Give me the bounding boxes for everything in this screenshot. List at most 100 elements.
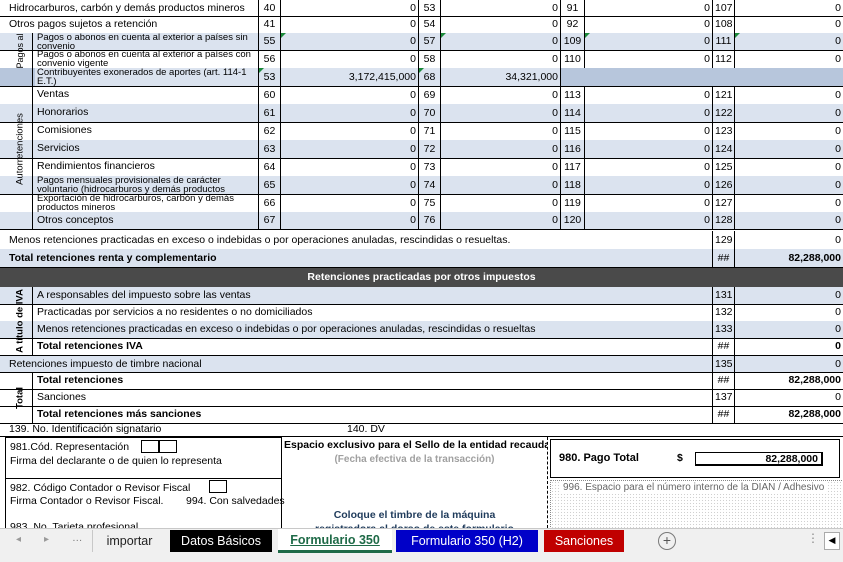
value-cell[interactable]: 0 bbox=[734, 389, 843, 406]
tab-formulario-350-h2[interactable]: Formulario 350 (H2) bbox=[396, 530, 538, 552]
scroll-left-icon[interactable]: ◂ bbox=[16, 534, 21, 545]
value-cell[interactable]: 0 bbox=[280, 16, 418, 33]
value-cell[interactable]: 0 bbox=[584, 122, 712, 140]
add-sheet-button[interactable]: + bbox=[658, 532, 676, 550]
rep-code-cell-1[interactable] bbox=[141, 440, 159, 453]
value-cell[interactable]: 82,288,000 bbox=[734, 249, 843, 267]
contador-code-cell[interactable] bbox=[209, 480, 227, 493]
value-cell[interactable]: 0 bbox=[440, 104, 560, 122]
value-cell[interactable]: 0 bbox=[734, 86, 843, 104]
value-cell[interactable]: 0 bbox=[440, 194, 560, 212]
value-cell[interactable]: 0 bbox=[734, 104, 843, 122]
value-cell[interactable]: 0 bbox=[584, 104, 712, 122]
code-cell: 122 bbox=[712, 104, 734, 122]
value-cell[interactable]: 0 bbox=[280, 0, 418, 16]
value-cell[interactable]: 0 bbox=[440, 50, 560, 68]
row-label: Pagos o abonos en cuenta al exterior a p… bbox=[37, 50, 251, 68]
value-cell[interactable]: 0 bbox=[734, 338, 843, 355]
value-cell[interactable]: 0 bbox=[734, 321, 843, 338]
value-cell[interactable]: 0 bbox=[440, 140, 560, 158]
code-cell: 119 bbox=[560, 194, 584, 212]
value-cell[interactable]: 0 bbox=[440, 16, 560, 33]
value-cell[interactable]: 0 bbox=[280, 104, 418, 122]
value-cell[interactable]: 0 bbox=[734, 212, 843, 229]
value-cell[interactable]: 0 bbox=[734, 304, 843, 321]
value-cell[interactable]: 0 bbox=[440, 33, 560, 50]
value-cell[interactable]: 0 bbox=[734, 16, 843, 33]
value-cell[interactable]: 0 bbox=[734, 176, 843, 194]
code-cell: 120 bbox=[560, 212, 584, 229]
split-handle[interactable]: ⋮ bbox=[807, 531, 819, 545]
value-cell[interactable]: 0 bbox=[280, 122, 418, 140]
value-cell[interactable]: 0 bbox=[280, 140, 418, 158]
value-cell[interactable]: 0 bbox=[280, 176, 418, 194]
scroll-right-icon[interactable]: ▸ bbox=[44, 534, 49, 545]
value-cell[interactable]: 0 bbox=[280, 212, 418, 229]
tab-sanciones[interactable]: Sanciones bbox=[544, 530, 624, 552]
value-cell[interactable]: 0 bbox=[584, 158, 712, 176]
value-cell[interactable]: 0 bbox=[280, 86, 418, 104]
value-cell[interactable]: 82,288,000 bbox=[734, 372, 843, 389]
value-cell[interactable]: 0 bbox=[440, 176, 560, 194]
value-cell[interactable]: 0 bbox=[584, 194, 712, 212]
tab-formulario-350[interactable]: Formulario 350 bbox=[278, 529, 392, 553]
value-cell[interactable]: 0 bbox=[584, 212, 712, 229]
value-cell[interactable]: 0 bbox=[734, 33, 843, 50]
spreadsheet-area[interactable]: Hidrocarburos, carbón y demás productos … bbox=[0, 0, 843, 528]
value-cell[interactable]: 0 bbox=[734, 122, 843, 140]
code-cell: 54 bbox=[418, 16, 440, 33]
code-cell: 133 bbox=[712, 321, 734, 338]
value-cell[interactable]: 0 bbox=[584, 16, 712, 33]
value-cell[interactable]: 0 bbox=[734, 50, 843, 68]
value-cell[interactable]: 0 bbox=[584, 86, 712, 104]
value-cell[interactable]: 0 bbox=[734, 231, 843, 249]
table-row: Pagos mensuales provisionales de carácte… bbox=[0, 176, 843, 194]
value-cell[interactable]: 0 bbox=[440, 86, 560, 104]
tarjeta-label: 983. No. Tarjeta profesional bbox=[10, 521, 139, 528]
table-row: A responsables del impuesto sobre las ve… bbox=[0, 287, 843, 304]
error-indicator-icon bbox=[259, 68, 264, 73]
value-cell[interactable]: 0 bbox=[440, 0, 560, 16]
value-cell[interactable]: 0 bbox=[440, 122, 560, 140]
value-cell[interactable]: 0 bbox=[584, 33, 712, 50]
row-label: Menos retenciones practicadas en exceso … bbox=[37, 323, 536, 335]
value-cell[interactable]: 0 bbox=[280, 194, 418, 212]
rep-firma-label: Firma del declarante o de quien lo repre… bbox=[10, 455, 222, 467]
value-cell[interactable]: 0 bbox=[280, 158, 418, 176]
value-cell[interactable]: 0 bbox=[734, 194, 843, 212]
tab-importar[interactable]: importar bbox=[92, 530, 166, 552]
value-cell[interactable]: 0 bbox=[280, 50, 418, 68]
value-cell[interactable]: 0 bbox=[584, 140, 712, 158]
value-cell[interactable]: 0 bbox=[734, 140, 843, 158]
pago-total-value[interactable]: 82,288,000 bbox=[695, 452, 823, 466]
value-cell[interactable]: 34,321,000 bbox=[440, 68, 560, 86]
value-cell[interactable]: 0 bbox=[440, 158, 560, 176]
rep-code-cell-2[interactable] bbox=[159, 440, 177, 453]
tabs-ellipsis[interactable]: … bbox=[72, 532, 83, 544]
code-cell: 56 bbox=[258, 50, 280, 68]
value-cell[interactable]: 0 bbox=[440, 212, 560, 229]
table-row: Otros conceptos 67 0 76 0 120 0 128 0 bbox=[0, 212, 843, 229]
rep-label: 981.Cód. Representación bbox=[10, 441, 130, 453]
table-row: Menos retenciones practicadas en exceso … bbox=[0, 231, 843, 249]
code-cell: 41 bbox=[258, 16, 280, 33]
value-cell[interactable]: 0 bbox=[584, 50, 712, 68]
row-label: Total retenciones bbox=[37, 374, 124, 386]
horizontal-scroll-left-button[interactable]: ◀ bbox=[824, 532, 840, 550]
code-cell: 74 bbox=[418, 176, 440, 194]
value-cell[interactable]: 3,172,415,000 bbox=[280, 68, 418, 86]
value-cell[interactable]: 0 bbox=[734, 158, 843, 176]
tab-datos-basicos[interactable]: Datos Básicos bbox=[170, 530, 272, 552]
sello-area: Espacio exclusivo para el Sello de la en… bbox=[282, 437, 548, 528]
value-cell[interactable]: 0 bbox=[280, 33, 418, 50]
value-cell[interactable]: 0 bbox=[584, 176, 712, 194]
dian-box: 996. Espacio para el número interno de l… bbox=[550, 480, 843, 528]
value-cell[interactable]: 0 bbox=[734, 0, 843, 16]
value-cell[interactable]: 82,288,000 bbox=[734, 406, 843, 423]
value-cell[interactable]: 0 bbox=[734, 356, 843, 372]
value-cell[interactable]: 0 bbox=[584, 0, 712, 16]
value-cell[interactable]: 0 bbox=[734, 287, 843, 304]
merged-empty-cell[interactable] bbox=[560, 68, 843, 86]
code-cell: 108 bbox=[712, 16, 734, 33]
table-row: Total retenciones ## 82,288,000 bbox=[0, 372, 843, 389]
